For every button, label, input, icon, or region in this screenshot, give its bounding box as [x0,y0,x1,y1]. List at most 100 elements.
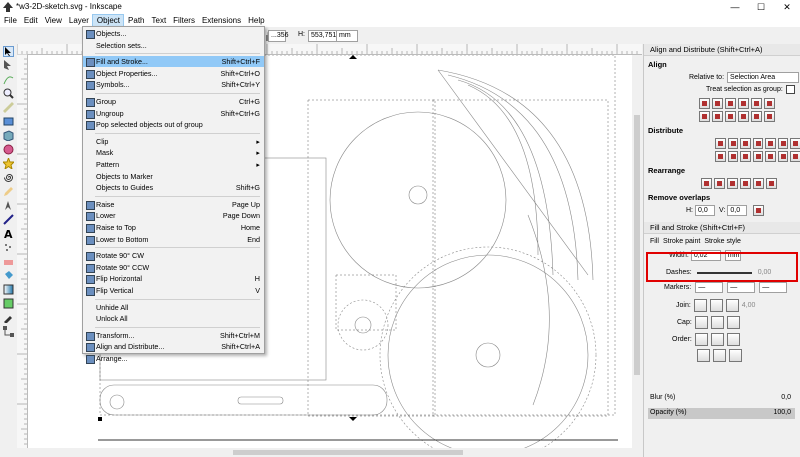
overlap-h-input[interactable]: 0,0 [695,205,715,216]
order-fill-markers-button[interactable] [726,333,740,346]
spray-tool-icon[interactable] [3,242,14,253]
order-normal-button[interactable] [694,333,708,346]
vertical-scroll-thumb[interactable] [634,115,640,375]
bucket-tool-icon[interactable] [3,270,14,281]
rectangle-tool-icon[interactable] [3,116,14,127]
menu-item-transform[interactable]: Transform... Shift+Ctrl+M [83,330,264,341]
blur-value[interactable]: 0,0 [781,394,791,401]
menu-item-unlock-all[interactable]: Unlock All [83,313,264,324]
distribute-button-2[interactable] [727,138,739,149]
order-stroke-markers-button[interactable] [729,349,742,362]
remove-overlaps-button[interactable] [753,205,765,216]
vertical-scrollbar[interactable] [632,55,642,448]
align-button-6[interactable] [764,98,775,109]
menu-item-lower-to-bottom[interactable]: Lower to Bottom End [83,234,264,245]
rearrange-button-6[interactable] [766,178,777,189]
menu-item-objects-to-guides[interactable]: Objects to Guides Shift+G [83,182,264,193]
menu-item-ungroup[interactable]: Ungroup Shift+Ctrl+G [83,108,264,119]
align-row2-button-2[interactable] [712,111,723,122]
menu-item-align-and-distribute[interactable]: Align and Distribute... Shift+Ctrl+A [83,341,264,353]
align-row2-button-3[interactable] [725,111,736,122]
menu-item-fill-and-stroke[interactable]: Fill and Stroke... Shift+Ctrl+F [83,56,264,68]
maximize-button[interactable]: ☐ [748,0,774,14]
relative-to-select[interactable]: Selection Area [727,72,800,83]
calligraphy-tool-icon[interactable] [3,214,14,225]
menu-item-unhide-all[interactable]: Unhide All [83,302,264,313]
distribute-button-1[interactable] [715,138,726,149]
distribute-row2-button-4[interactable] [752,151,764,162]
minimize-button[interactable]: — [722,0,748,14]
rearrange-button-1[interactable] [701,178,712,189]
menu-item-flip-horizontal[interactable]: Flip Horizontal H [83,273,264,285]
opacity-value[interactable]: 100,0 [773,409,791,416]
connector-tool-icon[interactable] [3,326,14,337]
distribute-row2-button-7[interactable] [790,151,800,162]
h-field[interactable]: 553,751 [308,30,338,42]
unit-select[interactable]: mm [336,30,358,42]
treat-as-group-checkbox[interactable] [785,85,795,94]
blur-slider[interactable]: Blur (%) 0,0 [648,393,795,404]
align-row2-button-5[interactable] [751,111,762,122]
distribute-row2-button-5[interactable] [765,151,776,162]
menu-item-raise-to-top[interactable]: Raise to Top Home [83,222,264,233]
join-miter-button[interactable] [693,299,707,312]
marker-mid-select[interactable]: — [727,282,756,293]
join-bevel-button[interactable] [725,299,739,312]
cap-square-button[interactable] [726,316,740,329]
distribute-button-4[interactable] [752,138,764,149]
menu-item-lower[interactable]: Lower Page Down [83,210,264,222]
menu-item-objects-to-marker[interactable]: Objects to Marker [83,171,264,182]
menu-item-raise[interactable]: Raise Page Up [83,199,264,210]
order-stroke-fill-button[interactable] [710,333,724,346]
pen-tool-icon[interactable] [3,200,14,211]
distribute-button-5[interactable] [765,138,776,149]
cap-round-button[interactable] [710,316,724,329]
order-markers-stroke-button[interactable] [713,349,726,362]
gradient-tool-icon[interactable] [3,284,14,295]
tweak-tool-icon[interactable] [3,74,14,85]
menu-item-selection-sets[interactable]: Selection sets... [83,40,264,51]
menu-item-clip[interactable]: Clip ▸ [83,136,264,147]
menu-item-symbols[interactable]: Symbols... Shift+Ctrl+Y [83,79,264,91]
opacity-slider[interactable]: Opacity (%) 100,0 [648,408,795,419]
dropper-tool-icon[interactable] [3,312,14,324]
star-tool-icon[interactable] [1,156,16,171]
align-row2-button-4[interactable] [738,111,749,122]
overlap-v-input[interactable]: 0,0 [727,205,748,216]
distribute-row2-button-6[interactable] [777,151,789,162]
menu-edit[interactable]: Edit [20,14,41,27]
cap-butt-button[interactable] [694,316,708,329]
marker-start-select[interactable]: — [695,282,724,293]
rearrange-button-5[interactable] [753,178,764,189]
spiral-tool-icon[interactable] [3,172,14,183]
align-button-3[interactable] [725,98,736,109]
align-button-5[interactable] [751,98,762,109]
menu-item-flip-vertical[interactable]: Flip Vertical V [83,285,264,296]
rearrange-button-2[interactable] [714,178,725,189]
join-round-button[interactable] [709,299,723,312]
mesh-tool-icon[interactable] [3,298,14,309]
distribute-row2-button-3[interactable] [740,151,751,162]
horizontal-scroll-thumb[interactable] [233,450,463,455]
menu-file[interactable]: File [0,14,20,27]
horizontal-scrollbar[interactable] [28,448,632,457]
align-row2-button-1[interactable] [699,111,710,122]
menu-view[interactable]: View [41,14,65,27]
distribute-button-3[interactable] [740,138,751,149]
rearrange-button-3[interactable] [727,178,738,189]
selector-tool-icon[interactable] [3,46,14,57]
zoom-tool-icon[interactable] [3,88,14,99]
ellipse-tool-icon[interactable] [3,144,14,155]
3d-box-tool-icon[interactable] [3,130,14,142]
menu-item-rotate-90-ccw[interactable]: Rotate 90° CCW [83,262,264,273]
distribute-button-6[interactable] [777,138,789,149]
measure-tool-icon[interactable] [3,102,14,113]
pencil-tool-icon[interactable] [3,186,14,197]
eraser-tool-icon[interactable] [3,256,14,267]
align-row2-button-6[interactable] [764,111,775,122]
marker-end-select[interactable]: — [759,282,788,293]
tab-fill[interactable]: Fill [650,238,659,245]
tab-stroke-style[interactable]: Stroke style [704,238,741,245]
distribute-button-7[interactable] [790,138,800,149]
node-tool-icon[interactable] [3,60,14,71]
